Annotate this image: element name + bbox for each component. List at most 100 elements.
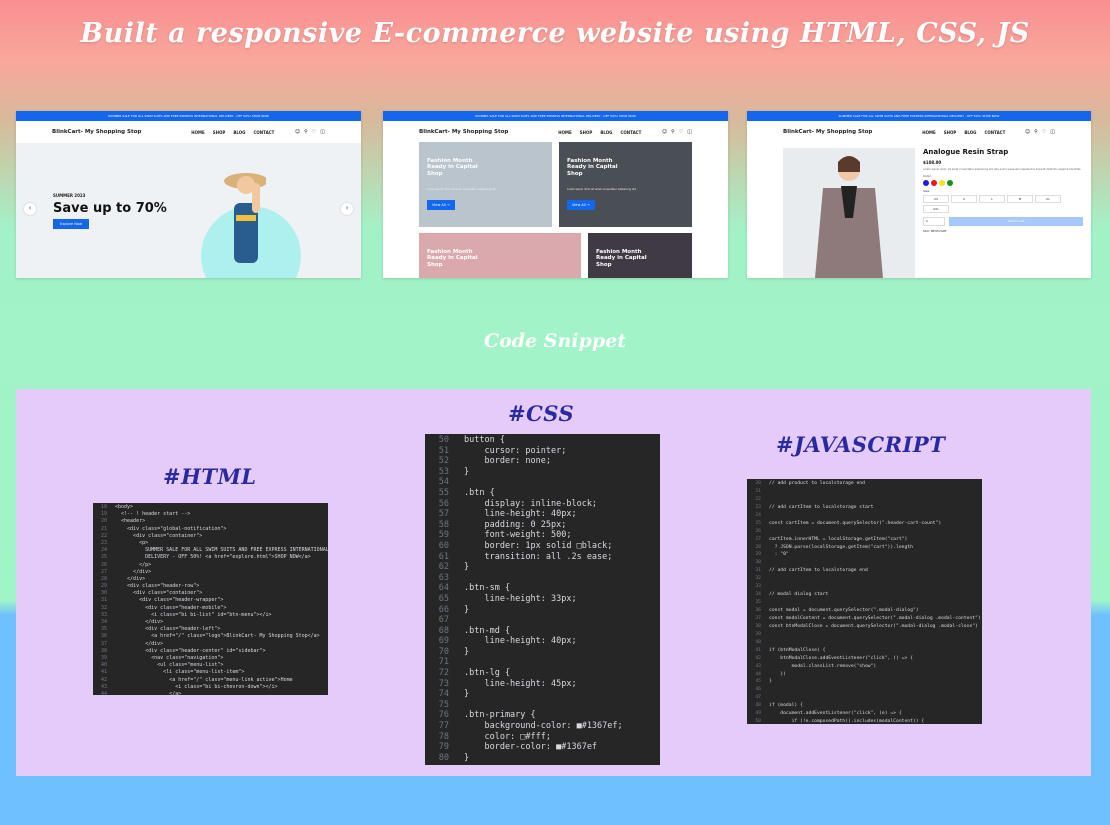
nav-shop[interactable]: SHOP: [944, 130, 957, 135]
code-text: if (btnModalClose) {: [769, 647, 826, 653]
code-text: <i class="bi bi-chevron-down"></i>: [115, 683, 278, 690]
line-number: 77: [438, 721, 449, 732]
code-line: 79 border-color: ■#1367ef: [425, 742, 660, 753]
nav-blog[interactable]: BLOG: [964, 130, 976, 135]
code-line: 41 <li class="menu-list-item">: [93, 669, 328, 676]
code-text: if (!e.composedPath().includes(modalCont…: [769, 719, 925, 724]
line-number: 39: [100, 654, 107, 661]
nav-home[interactable]: HOME: [558, 130, 571, 135]
heart-icon[interactable]: ♡: [312, 129, 316, 135]
promo-tile: Fashion Month Ready in Capital Shop Lore…: [419, 142, 552, 227]
nav-contact[interactable]: CONTACT: [620, 130, 641, 135]
code-line: 52 border: none;: [425, 456, 660, 467]
color-label: Color: [923, 174, 931, 179]
code-line: 66}: [425, 605, 660, 616]
site-logo[interactable]: BlinkCart- My Shopping Stop: [52, 129, 141, 135]
site-logo[interactable]: BlinkCart- My Shopping Stop: [419, 129, 508, 135]
nav-shop[interactable]: SHOP: [213, 130, 226, 135]
color-swatch[interactable]: [939, 180, 945, 187]
code-text: display: inline-block;: [464, 498, 598, 509]
code-text: // add product to localstorage end: [769, 481, 865, 486]
nav-home[interactable]: HOME: [191, 130, 204, 135]
heart-icon[interactable]: ♡: [1042, 129, 1046, 135]
line-number: 30: [100, 590, 107, 597]
line-number: 38: [755, 623, 761, 629]
code-text: const modalContent = document.querySelec…: [769, 615, 981, 621]
line-number: 20: [755, 481, 761, 486]
slider-prev-icon[interactable]: ‹: [24, 203, 36, 215]
page-headline: Built a responsive E-commerce website us…: [80, 18, 1030, 49]
search-icon[interactable]: ⚲: [1034, 129, 1038, 135]
color-swatch[interactable]: [931, 180, 937, 187]
line-number: 53: [438, 466, 449, 477]
code-line: 72 .btn-lg {: [425, 668, 660, 679]
explore-now-button[interactable]: Explore Now: [53, 219, 89, 229]
line-number: 46: [755, 687, 761, 693]
code-line: 20 <header>: [93, 518, 328, 525]
view-all-button[interactable]: View All →: [567, 200, 595, 210]
code-line: 23 <p>: [93, 540, 328, 547]
code-text: line-height: 40px;: [464, 636, 577, 647]
nav-home[interactable]: HOME: [922, 130, 935, 135]
add-to-cart-button[interactable]: Add to cart: [949, 217, 1083, 227]
nav-shop[interactable]: SHOP: [580, 130, 593, 135]
promo-tile: Fashion Month Ready in Capital Shop Lore…: [559, 142, 692, 227]
user-icon[interactable]: ☺: [662, 129, 667, 135]
user-icon[interactable]: ☺: [1025, 129, 1030, 135]
nav-contact[interactable]: CONTACT: [984, 130, 1005, 135]
size-option[interactable]: L: [979, 195, 1005, 204]
code-line: 27 cartItem.innerHTML = localStorage.getI…: [747, 536, 982, 544]
nav-contact[interactable]: CONTACT: [253, 130, 274, 135]
slider-next-icon[interactable]: ›: [341, 203, 353, 215]
line-number: 21: [755, 488, 761, 494]
site-nav: HOME SHOP BLOG CONTACT: [191, 130, 274, 135]
heart-icon[interactable]: ♡: [679, 129, 683, 135]
line-number: 29: [100, 583, 107, 590]
size-option[interactable]: XXL: [923, 205, 949, 214]
user-icon[interactable]: ☺: [295, 129, 300, 135]
code-line: 46: [747, 686, 982, 694]
line-number: 23: [755, 504, 761, 510]
line-number: 58: [438, 519, 449, 530]
code-text: }: [464, 646, 470, 657]
product-image: [783, 148, 915, 278]
code-line: 55 .btn {: [425, 488, 660, 499]
code-line: 35 <div class="header-left">: [93, 626, 328, 633]
html-code-snippet: 18 <body> 19 <!-- ! header start --> 20 <he…: [93, 503, 328, 695]
nav-blog[interactable]: BLOG: [600, 130, 612, 135]
site-nav: HOME SHOP BLOG CONTACT: [922, 130, 1005, 135]
promo-title: Fashion Month Ready in Capital Shop: [596, 249, 647, 268]
nav-blog[interactable]: BLOG: [233, 130, 245, 135]
size-option[interactable]: M: [1007, 195, 1033, 204]
promo-desc: Lorem ipsum dolor sit amet consectetur a…: [427, 188, 497, 191]
code-line: 32: [747, 575, 982, 583]
promo-title: Fashion Month Ready in Capital Shop: [567, 158, 618, 177]
code-text: // modal dialog start: [769, 592, 829, 598]
view-all-button[interactable]: View All →: [427, 200, 455, 210]
code-line: 70}: [425, 647, 660, 658]
color-swatch[interactable]: [923, 180, 929, 187]
size-option[interactable]: XL: [1035, 195, 1061, 204]
line-number: 64: [438, 583, 449, 594]
search-icon[interactable]: ⚲: [671, 129, 675, 135]
promo-tile: Fashion Month Ready in Capital Shop: [419, 233, 581, 278]
code-text: <p>: [115, 539, 149, 546]
site-logo[interactable]: BlinkCart- My Shopping Stop: [783, 129, 872, 135]
cart-icon[interactable]: ◫: [1050, 129, 1055, 135]
code-line: 24 SUMMER SALE FOR ALL SWIM SUITS AND FR…: [93, 547, 328, 554]
quantity-stepper[interactable]: 1: [923, 217, 945, 227]
line-number: 23: [100, 539, 107, 546]
size-option[interactable]: S: [951, 195, 977, 204]
search-icon[interactable]: ⚲: [304, 129, 308, 135]
line-number: 27: [755, 536, 761, 542]
size-option[interactable]: XS: [923, 195, 949, 204]
color-swatch[interactable]: [947, 180, 953, 187]
cart-icon[interactable]: ◫: [320, 129, 325, 135]
cart-icon[interactable]: ◫: [687, 129, 692, 135]
code-line: 67: [425, 615, 660, 626]
hero-title: Save up to 70%: [53, 201, 167, 216]
code-text: <div class="container">: [115, 590, 203, 597]
line-number: 26: [100, 561, 107, 568]
line-number: 60: [438, 540, 449, 551]
code-line: 44 }): [747, 671, 982, 679]
